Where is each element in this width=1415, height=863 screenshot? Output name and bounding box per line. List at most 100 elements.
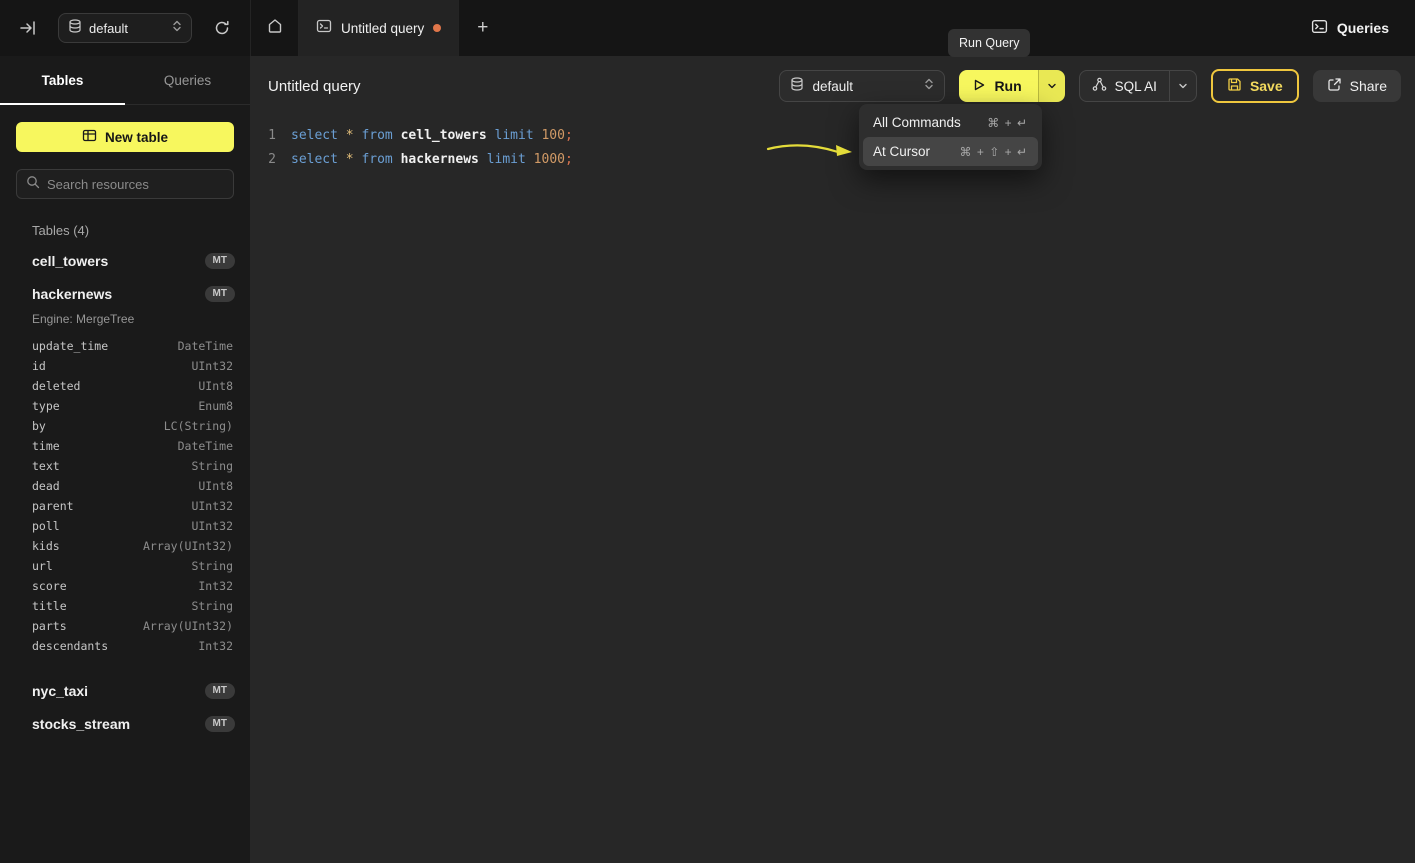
share-button[interactable]: Share bbox=[1313, 70, 1401, 102]
column-row[interactable]: pollUInt32 bbox=[0, 516, 250, 536]
run-split-button: Run bbox=[959, 70, 1064, 102]
code-token: * bbox=[346, 152, 354, 167]
tab-home[interactable] bbox=[250, 0, 298, 56]
code-token bbox=[393, 152, 401, 167]
table-row-cell-towers[interactable]: cell_towers MT bbox=[0, 244, 250, 277]
table-row-hackernews[interactable]: hackernews MT bbox=[0, 277, 250, 310]
engine-label: Engine: MergeTree bbox=[0, 310, 250, 334]
search-box bbox=[16, 169, 234, 199]
sidebar: Tables Queries New table Tables (4) cell… bbox=[0, 56, 250, 863]
column-type: LC(String) bbox=[164, 419, 233, 433]
top-bar: default Untitled query + bbox=[0, 0, 1415, 56]
sidebar-tab-queries[interactable]: Queries bbox=[125, 56, 250, 104]
chevron-updown-icon bbox=[924, 77, 934, 96]
main-database-select[interactable]: default bbox=[779, 70, 945, 102]
database-icon bbox=[790, 77, 804, 96]
column-row[interactable]: kidsArray(UInt32) bbox=[0, 536, 250, 556]
query-title: Untitled query bbox=[268, 78, 361, 95]
column-name: type bbox=[32, 399, 60, 413]
queries-button-label: Queries bbox=[1337, 20, 1389, 36]
query-icon bbox=[316, 18, 332, 39]
column-row[interactable]: descendantsInt32 bbox=[0, 636, 250, 656]
column-row[interactable]: titleString bbox=[0, 596, 250, 616]
column-row[interactable]: urlString bbox=[0, 556, 250, 576]
column-name: time bbox=[32, 439, 60, 453]
column-row[interactable]: timeDateTime bbox=[0, 436, 250, 456]
queries-icon bbox=[1311, 18, 1328, 38]
column-type: String bbox=[191, 599, 233, 613]
collapse-sidebar-icon[interactable] bbox=[16, 16, 40, 40]
column-name: text bbox=[32, 459, 60, 473]
column-type: UInt8 bbox=[198, 479, 233, 493]
column-type: Array(UInt32) bbox=[143, 619, 233, 633]
search-resources-input[interactable] bbox=[47, 177, 224, 192]
home-icon bbox=[267, 18, 283, 39]
column-type: UInt32 bbox=[191, 359, 233, 373]
column-name: parent bbox=[32, 499, 74, 513]
table-grid-icon bbox=[82, 128, 97, 146]
table-row-nyc-taxi[interactable]: nyc_taxi MT bbox=[0, 674, 250, 707]
column-row[interactable]: id UInt32 bbox=[0, 356, 250, 376]
table-name: stocks_stream bbox=[32, 716, 130, 732]
column-row[interactable]: textString bbox=[0, 456, 250, 476]
run-menu-item[interactable]: At Cursor⌘ + ⇧ + ↵ bbox=[863, 137, 1038, 166]
queries-button[interactable]: Queries bbox=[1311, 18, 1389, 38]
column-name: score bbox=[32, 579, 67, 593]
column-row[interactable]: parent UInt32 bbox=[0, 496, 250, 516]
column-name: dead bbox=[32, 479, 60, 493]
column-name: update_time bbox=[32, 339, 108, 353]
chevron-updown-icon bbox=[172, 19, 182, 38]
run-options-caret[interactable] bbox=[1038, 70, 1065, 102]
table-row-stocks-stream[interactable]: stocks_stream MT bbox=[0, 707, 250, 740]
column-type: UInt32 bbox=[191, 499, 233, 513]
share-icon bbox=[1327, 77, 1342, 95]
code-token: ; bbox=[565, 152, 573, 167]
sql-ai-label: SQL AI bbox=[1115, 79, 1157, 94]
code-token: hackernews bbox=[401, 152, 479, 167]
table-name: nyc_taxi bbox=[32, 683, 88, 699]
new-table-button[interactable]: New table bbox=[16, 122, 234, 152]
sql-ai-main[interactable]: SQL AI bbox=[1080, 71, 1169, 101]
column-name: id bbox=[32, 359, 46, 373]
column-row[interactable]: score Int32 bbox=[0, 576, 250, 596]
column-name: url bbox=[32, 559, 53, 573]
code-token: from bbox=[361, 128, 392, 143]
column-row[interactable]: typeEnum8 bbox=[0, 396, 250, 416]
annotation-arrow bbox=[766, 141, 856, 161]
code-token: ; bbox=[565, 128, 573, 143]
tab-bar: Untitled query + bbox=[250, 0, 506, 56]
column-row[interactable]: deletedUInt8 bbox=[0, 376, 250, 396]
column-type: Array(UInt32) bbox=[143, 539, 233, 553]
refresh-icon[interactable] bbox=[210, 16, 234, 40]
topbar-database-value: default bbox=[89, 21, 165, 36]
sql-ai-button: SQL AI bbox=[1079, 70, 1197, 102]
search-icon bbox=[26, 175, 40, 194]
column-row[interactable]: dead UInt8 bbox=[0, 476, 250, 496]
column-name: by bbox=[32, 419, 46, 433]
column-type: UInt8 bbox=[198, 379, 233, 393]
run-button[interactable]: Run bbox=[959, 70, 1037, 102]
column-row[interactable]: parts Array(UInt32) bbox=[0, 616, 250, 636]
column-row[interactable]: by LC(String) bbox=[0, 416, 250, 436]
sidebar-tabs: Tables Queries bbox=[0, 56, 250, 105]
tab-untitled-query[interactable]: Untitled query bbox=[298, 0, 459, 56]
column-name: parts bbox=[32, 619, 67, 633]
code-token: limit bbox=[487, 152, 526, 167]
column-type: DateTime bbox=[178, 339, 233, 353]
save-button-label: Save bbox=[1250, 78, 1283, 94]
column-row[interactable]: update_time DateTime bbox=[0, 336, 250, 356]
sidebar-tab-tables[interactable]: Tables bbox=[0, 56, 125, 104]
new-tab-button[interactable]: + bbox=[459, 0, 506, 56]
run-menu-item[interactable]: All Commands⌘ + ↵ bbox=[863, 108, 1038, 137]
code-text: select * from hackernews limit 1000; bbox=[291, 148, 573, 172]
table-name: cell_towers bbox=[32, 253, 108, 269]
run-options-menu: All Commands⌘ + ↵At Cursor⌘ + ⇧ + ↵ bbox=[859, 104, 1042, 170]
column-type: Int32 bbox=[198, 579, 233, 593]
code-token bbox=[338, 152, 346, 167]
column-type: Int32 bbox=[198, 639, 233, 653]
save-button[interactable]: Save bbox=[1211, 69, 1299, 103]
sql-ai-icon bbox=[1092, 77, 1107, 95]
run-menu-item-shortcut: ⌘ + ⇧ + ↵ bbox=[960, 145, 1028, 159]
sql-ai-caret[interactable] bbox=[1169, 71, 1196, 101]
topbar-database-select[interactable]: default bbox=[58, 13, 192, 43]
